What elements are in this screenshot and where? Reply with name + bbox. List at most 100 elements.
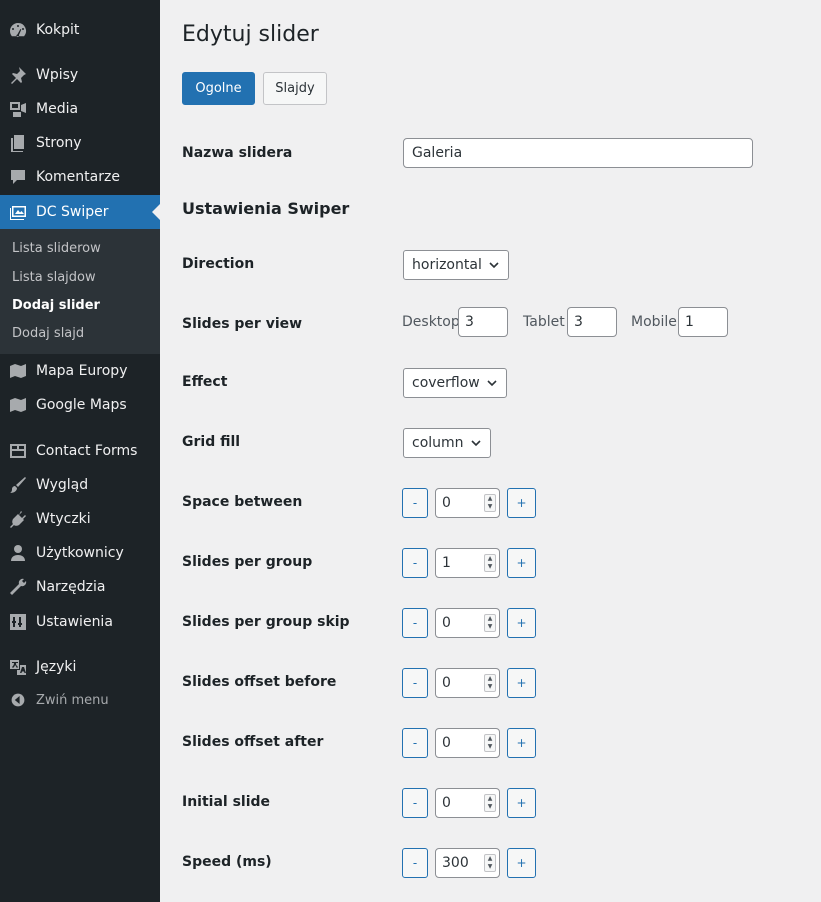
sidebar-item-strony[interactable]: Strony [0,126,160,160]
user-icon [0,536,36,570]
sidebar-item-contact-forms[interactable]: Contact Forms [0,434,160,468]
spin-arrows-icon[interactable]: ▲ ▼ [484,494,496,512]
page-title: Edytuj slider [182,22,319,47]
sidebar-item-label: Mapa Europy [36,363,128,379]
sidebar-item-ustawienia[interactable]: Ustawienia [0,605,160,639]
slides-offset-before-input[interactable]: 0 ▲ ▼ [435,668,500,698]
sidebar-item-media[interactable]: Media [0,92,160,126]
slides-per-group-skip-value: 0 [442,615,451,631]
spin-arrows-icon[interactable]: ▲ ▼ [484,554,496,572]
slides-offset-before-increment-button[interactable]: + [507,668,536,698]
slides-offset-after-increment-button[interactable]: + [507,728,536,758]
sidebar-item-wyglad[interactable]: Wygląd [0,468,160,502]
map-icon [0,388,36,422]
forms-icon [0,434,36,468]
media-icon [0,92,36,126]
grid-fill-select[interactable]: column [403,428,491,458]
images-icon [0,195,36,229]
sidebar-item-jezyki[interactable]: Języki [0,650,160,684]
tablet-slides-input[interactable]: 3 [567,307,617,337]
direction-select[interactable]: horizontal [403,250,509,280]
speed-increment-button[interactable]: + [507,848,536,878]
sidebar-item-label: Ustawienia [36,614,113,630]
sidebar-item-uzytkownicy[interactable]: Użytkownicy [0,536,160,570]
sidebar-item-narzedzia[interactable]: Narzędzia [0,570,160,604]
sidebar-item-label: Wtyczki [36,511,91,527]
initial-slide-decrement-button[interactable]: - [402,788,428,818]
sidebar-item-label: Google Maps [36,397,127,413]
space-between-input[interactable]: 0 ▲ ▼ [435,488,500,518]
collapse-menu-label: Zwiń menu [36,692,109,708]
spin-arrows-icon[interactable]: ▲ ▼ [484,674,496,692]
desktop-slides-input[interactable]: 3 [458,307,508,337]
slides-per-group-increment-button[interactable]: + [507,548,536,578]
wrench-icon [0,570,36,604]
sidebar-item-label: Contact Forms [36,443,138,459]
initial-slide-input[interactable]: 0 ▲ ▼ [435,788,500,818]
sidebar-item-mapa-europy[interactable]: Mapa Europy [0,354,160,388]
slides-per-group-skip-input[interactable]: 0 ▲ ▼ [435,608,500,638]
speed-input[interactable]: 300 ▲ ▼ [435,848,500,878]
submenu-item-dodaj-slider[interactable]: Dodaj slider [12,298,100,313]
submenu-item-lista-sliderow[interactable]: Lista sliderow [12,241,101,256]
sidebar-item-wpisy[interactable]: Wpisy [0,58,160,92]
space-between-decrement-button[interactable]: - [402,488,428,518]
main-content: Edytuj slider Ogolne Slajdy Nazwa slider… [160,0,821,902]
slides-per-group-skip-decrement-button[interactable]: - [402,608,428,638]
slider-name-label: Nazwa slidera [182,145,293,161]
slides-per-group-value: 1 [442,555,451,571]
desktop-slides-value: 3 [465,314,474,330]
slides-per-group-skip-increment-button[interactable]: + [507,608,536,638]
slides-per-group-decrement-button[interactable]: - [402,548,428,578]
slides-per-group-input[interactable]: 1 ▲ ▼ [435,548,500,578]
mobile-slides-value: 1 [685,314,694,330]
translation-icon [0,650,36,684]
chevron-down-icon [488,259,500,271]
section-title: Ustawienia Swiper [182,199,350,218]
spin-arrows-icon[interactable]: ▲ ▼ [484,794,496,812]
sidebar-item-google-maps[interactable]: Google Maps [0,388,160,422]
effect-select[interactable]: coverflow [403,368,507,398]
brush-icon [0,468,36,502]
tablet-slides-value: 3 [574,314,583,330]
slides-offset-after-input[interactable]: 0 ▲ ▼ [435,728,500,758]
sidebar-item-label: DC Swiper [36,204,109,220]
comment-icon [0,160,36,194]
collapse-arrow-icon [0,692,36,708]
grid-fill-value: column [412,435,464,451]
sidebar-item-kokpit[interactable]: Kokpit [0,13,160,47]
initial-slide-increment-button[interactable]: + [507,788,536,818]
tab-general[interactable]: Ogolne [182,72,255,105]
sidebar-item-label: Języki [36,659,77,675]
sidebar-item-wtyczki[interactable]: Wtyczki [0,502,160,536]
slides-offset-before-decrement-button[interactable]: - [402,668,428,698]
sidebar-item-label: Wygląd [36,477,89,493]
tab-slides[interactable]: Slajdy [263,72,327,105]
space-between-increment-button[interactable]: + [507,488,536,518]
initial-slide-label: Initial slide [182,794,271,810]
sidebar-item-label: Komentarze [36,169,120,185]
spin-arrows-icon[interactable]: ▲ ▼ [484,614,496,632]
dc-swiper-submenu: Lista sliderow Lista slajdow Dodaj slide… [0,229,160,354]
submenu-item-dodaj-slajd[interactable]: Dodaj slajd [12,326,84,341]
speed-decrement-button[interactable]: - [402,848,428,878]
plugin-icon [0,502,36,536]
submenu-item-lista-slajdow[interactable]: Lista slajdow [12,270,96,285]
slides-offset-after-decrement-button[interactable]: - [402,728,428,758]
slides-per-group-label: Slides per group [182,554,313,570]
spin-arrows-icon[interactable]: ▲ ▼ [484,734,496,752]
space-between-value: 0 [442,495,451,511]
sidebar-item-dc-swiper[interactable]: DC Swiper [0,195,160,229]
effect-label: Effect [182,374,228,390]
mobile-slides-input[interactable]: 1 [678,307,728,337]
sidebar-item-label: Wpisy [36,67,79,83]
slider-name-input[interactable]: Galeria [403,138,753,168]
spin-arrows-icon[interactable]: ▲ ▼ [484,854,496,872]
sidebar-item-label: Użytkownicy [36,545,124,561]
space-between-label: Space between [182,494,303,510]
map-icon [0,354,36,388]
chevron-down-icon [486,377,498,389]
collapse-menu-button[interactable]: Zwiń menu [0,688,160,712]
desktop-label: Desktop [402,314,460,330]
sidebar-item-komentarze[interactable]: Komentarze [0,160,160,194]
